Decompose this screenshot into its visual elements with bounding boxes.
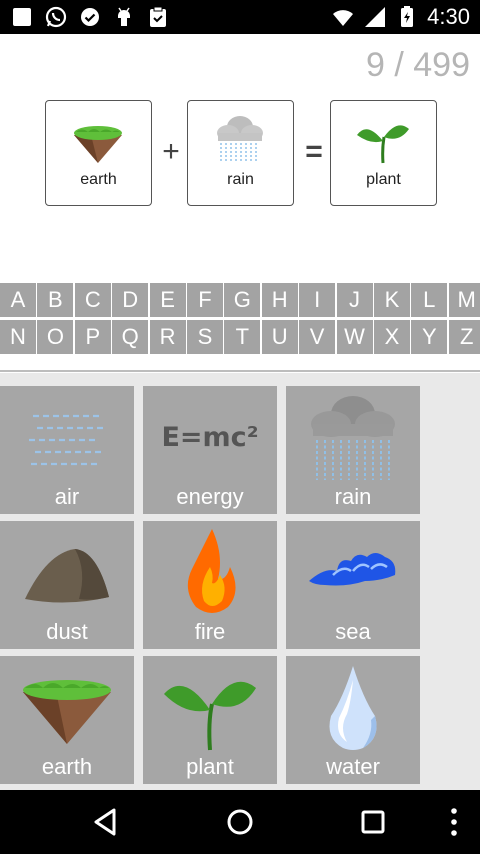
letter-j[interactable]: J	[336, 283, 373, 317]
recipe-row: earth + rain = plant	[45, 100, 437, 206]
earth-icon	[23, 680, 111, 744]
rain-icon	[311, 396, 395, 480]
letter-z[interactable]: Z	[448, 320, 480, 354]
letter-v[interactable]: V	[299, 320, 336, 354]
navigation-bar	[0, 790, 480, 854]
battery-icon	[401, 6, 414, 27]
letter-m[interactable]: M	[448, 283, 480, 317]
letter-i[interactable]: I	[299, 283, 336, 317]
ingredient-card-2[interactable]: rain	[187, 100, 294, 206]
element-label-sea: sea	[335, 619, 371, 644]
clipboard-check-icon	[150, 6, 166, 27]
plant-icon	[357, 125, 409, 164]
back-icon[interactable]	[86, 802, 126, 842]
letter-h[interactable]: H	[261, 283, 298, 317]
equals-sign: =	[305, 135, 323, 168]
section-divider	[0, 370, 480, 372]
letter-c[interactable]: C	[74, 283, 111, 317]
element-label-air: air	[54, 484, 80, 509]
letter-o[interactable]: O	[37, 320, 74, 354]
water-icon	[329, 666, 377, 750]
app-square-icon	[13, 8, 31, 26]
letter-s[interactable]: S	[186, 320, 223, 354]
element-label-energy: energy	[176, 484, 244, 509]
element-tile-water[interactable]: water	[286, 656, 420, 784]
letter-l[interactable]: L	[411, 283, 448, 317]
status-clock: 4:30	[427, 4, 470, 29]
letter-u[interactable]: U	[261, 320, 298, 354]
result-card[interactable]: plant	[330, 100, 437, 206]
letter-e[interactable]: E	[149, 283, 186, 317]
status-bar: 4:30	[0, 0, 480, 34]
element-label-water: water	[326, 754, 380, 779]
alphabet-row-2: N O P Q R S T U V W X Y Z	[0, 320, 480, 354]
ingredient-card-1[interactable]: earth	[45, 100, 152, 206]
earth-icon	[74, 126, 122, 163]
letter-g[interactable]: G	[224, 283, 261, 317]
element-tile-fire[interactable]: fire	[143, 521, 277, 649]
element-tile-energy[interactable]: E=mc² energy	[143, 386, 277, 514]
wifi-icon	[333, 10, 354, 26]
sea-icon	[309, 553, 396, 586]
alphabet-filter: A B C D E F G H I J K L M N O P Q R S T …	[0, 283, 480, 355]
letter-y[interactable]: Y	[411, 320, 448, 354]
element-tile-dust[interactable]: dust	[0, 521, 134, 649]
check-circle-icon	[81, 8, 99, 26]
ingredient-label-1: earth	[80, 171, 117, 188]
element-label-dust: dust	[46, 619, 88, 644]
signal-icon	[365, 7, 386, 27]
letter-n[interactable]: N	[0, 320, 36, 354]
game-screen: 9 / 499 earth + rain = plant A B C D E F…	[0, 34, 480, 790]
letter-p[interactable]: P	[74, 320, 111, 354]
element-tile-air[interactable]: air	[0, 386, 134, 514]
plus-sign: +	[162, 135, 180, 168]
element-label-earth: earth	[41, 754, 93, 779]
element-tile-earth[interactable]: earth	[0, 656, 134, 784]
energy-icon: E=mc²	[161, 421, 259, 453]
element-tile-plant[interactable]: plant	[143, 656, 277, 784]
letter-d[interactable]: D	[112, 283, 149, 317]
plant-icon	[164, 681, 256, 751]
result-label: plant	[366, 171, 401, 188]
android-icon	[118, 7, 130, 26]
recents-icon[interactable]	[353, 802, 393, 842]
progress-counter: 9 / 499	[366, 46, 470, 84]
letter-r[interactable]: R	[149, 320, 186, 354]
overflow-menu-icon[interactable]	[434, 802, 474, 842]
letter-f[interactable]: F	[186, 283, 223, 317]
element-label-fire: fire	[194, 619, 226, 644]
ingredient-label-2: rain	[227, 171, 254, 188]
air-icon	[29, 414, 107, 466]
dust-icon	[25, 549, 109, 603]
letter-x[interactable]: X	[373, 320, 410, 354]
fire-icon	[187, 529, 236, 613]
letter-w[interactable]: W	[336, 320, 373, 354]
letter-t[interactable]: T	[224, 320, 261, 354]
element-tile-rain[interactable]: rain	[286, 386, 420, 514]
letter-k[interactable]: K	[373, 283, 410, 317]
letter-a[interactable]: A	[0, 283, 36, 317]
element-label-rain: rain	[334, 484, 372, 509]
element-label-plant: plant	[186, 754, 234, 779]
whatsapp-icon	[45, 6, 67, 28]
letter-b[interactable]: B	[37, 283, 74, 317]
rain-icon	[217, 116, 263, 163]
elements-grid: air E=mc² energy rain dust fire sea eart…	[0, 373, 480, 790]
letter-q[interactable]: Q	[112, 320, 149, 354]
home-icon[interactable]	[220, 802, 260, 842]
element-tile-sea[interactable]: sea	[286, 521, 420, 649]
alphabet-row-1: A B C D E F G H I J K L M	[0, 283, 480, 317]
